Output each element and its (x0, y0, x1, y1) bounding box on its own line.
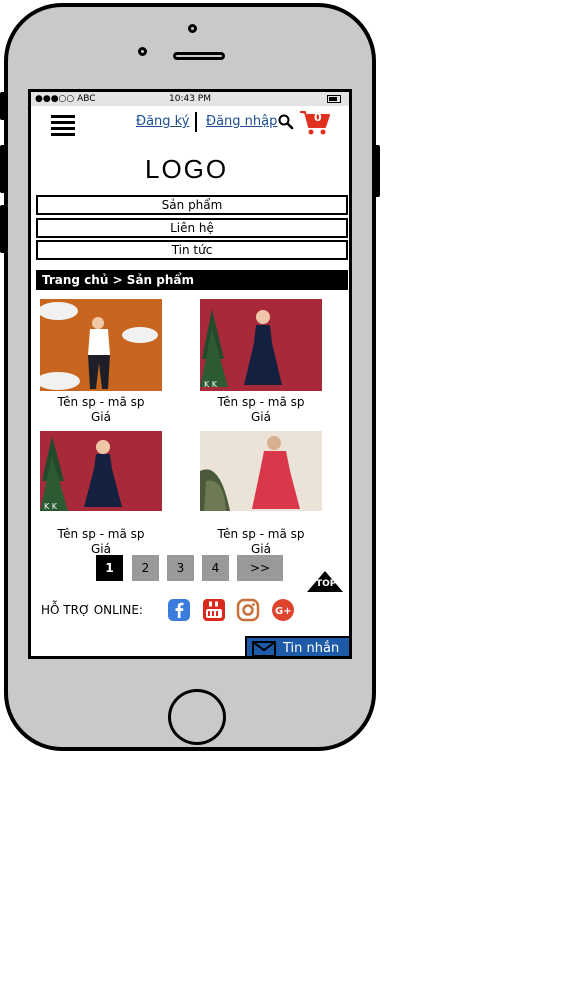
chat-button[interactable]: Tin nhắn (245, 636, 349, 656)
svg-text:G+: G+ (275, 606, 292, 617)
cart-count-badge: 0 (314, 111, 322, 124)
product-image[interactable]: K K (40, 431, 162, 523)
page-button-2[interactable]: 2 (132, 555, 159, 581)
hamburger-menu-icon[interactable] (51, 115, 75, 136)
svg-text:K K: K K (44, 502, 58, 511)
camera-dot (138, 47, 147, 56)
product-name[interactable]: Tên sp - mã sp (31, 527, 171, 541)
product-image[interactable]: K K (200, 299, 322, 391)
product-name[interactable]: Tên sp - mã sp (191, 527, 331, 541)
page-button-4[interactable]: 4 (202, 555, 229, 581)
youtube-icon[interactable] (202, 598, 226, 622)
instagram-icon[interactable] (236, 598, 260, 622)
product-name[interactable]: Tên sp - mã sp (31, 395, 171, 409)
site-logo[interactable]: LOGO (145, 154, 228, 185)
side-button-power (374, 145, 380, 197)
login-link[interactable]: Đăng nhập (206, 114, 277, 129)
status-bar: ●●●○○ ABC 10:43 PM (31, 92, 349, 106)
battery-icon (327, 95, 341, 103)
menu-item-news[interactable]: Tin tức (36, 240, 348, 260)
home-button[interactable] (168, 689, 226, 745)
mail-icon (252, 641, 276, 656)
breadcrumb[interactable]: Trang chủ > Sản phẩm (36, 270, 348, 290)
product-card[interactable]: Tên sp - mã sp Giá (31, 299, 171, 424)
scroll-top-button[interactable]: TOP (306, 569, 344, 593)
clock: 10:43 PM (169, 94, 211, 104)
menu-item-contact[interactable]: Liên hệ (36, 218, 348, 238)
product-price: Giá (251, 410, 271, 424)
sensor-dot (188, 24, 197, 33)
chat-label: Tin nhắn (283, 641, 340, 656)
page-button-next[interactable]: >> (237, 555, 283, 581)
google-plus-icon[interactable]: G+ (271, 598, 295, 622)
product-price: Giá (91, 410, 111, 424)
auth-divider (195, 112, 197, 132)
side-button-mute (0, 92, 6, 120)
product-card[interactable]: K K Tên sp - mã sp Giá (31, 431, 171, 556)
register-link[interactable]: Đăng ký (136, 114, 189, 129)
side-button-volume-down (0, 205, 6, 253)
cart-button[interactable]: 0 (299, 107, 331, 137)
product-image[interactable] (40, 299, 162, 391)
speaker-grille (173, 52, 225, 60)
product-card[interactable]: Tên sp - mã sp Giá (191, 431, 331, 556)
product-name[interactable]: Tên sp - mã sp (191, 395, 331, 409)
product-price: Giá (251, 542, 271, 556)
product-image[interactable] (200, 431, 322, 523)
svg-text:K K: K K (204, 380, 218, 389)
scroll-top-label: TOP (316, 579, 337, 589)
search-icon[interactable] (278, 114, 294, 130)
page-button-1[interactable]: 1 (96, 555, 123, 581)
carrier-label: ●●●○○ ABC (35, 94, 96, 104)
menu-item-products[interactable]: Sản phẩm (36, 195, 348, 215)
page-button-3[interactable]: 3 (167, 555, 194, 581)
product-card[interactable]: K K Tên sp - mã sp Giá (191, 299, 331, 424)
facebook-icon[interactable] (167, 598, 191, 622)
support-label: HỖ TRỢ ONLINE: (41, 603, 143, 617)
phone-screen: ●●●○○ ABC 10:43 PM Đăng ký Đăng nhập 0 L… (28, 89, 352, 659)
product-price: Giá (91, 542, 111, 556)
side-button-volume-up (0, 145, 6, 193)
